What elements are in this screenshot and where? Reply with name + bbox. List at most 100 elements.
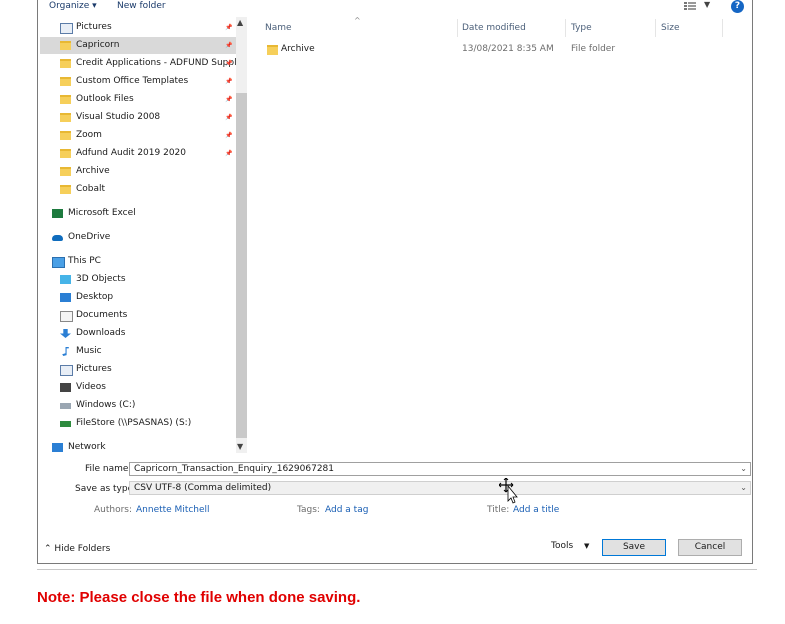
sidebar-item[interactable]: Adfund Audit 2019 2020 📌 (38, 145, 236, 162)
sidebar-item[interactable]: Credit Applications - ADFUND Supplie 📌 (38, 55, 245, 72)
save-as-type-label: Save as type: (75, 484, 137, 494)
folder-icon (60, 167, 71, 176)
folder-icon (60, 41, 71, 50)
sidebar-item-label: Credit Applications - ADFUND Supplie (76, 58, 245, 68)
scroll-down-icon[interactable]: ▼ (237, 442, 243, 451)
chevron-down-icon[interactable]: ⌄ (740, 482, 747, 494)
column-date-modified[interactable]: Date modified (462, 23, 526, 33)
sidebar-item-label: Pictures (76, 22, 112, 32)
sidebar-item[interactable]: Capricorn 📌 (40, 37, 236, 54)
sidebar-item-label: 3D Objects (76, 274, 126, 284)
note-text: Note: Please close the file when done sa… (37, 589, 361, 606)
column-name[interactable]: Name (265, 23, 292, 33)
pin-icon: 📌 (225, 24, 233, 31)
sidebar-item-label: Zoom (76, 130, 102, 140)
chevron-down-icon[interactable]: ⌄ (740, 463, 747, 475)
folder-icon (60, 149, 71, 158)
help-button[interactable]: ? (731, 0, 744, 13)
sidebar-item[interactable]: Documents (38, 307, 236, 324)
folder-icon (60, 113, 71, 122)
sidebar-item-label: Adfund Audit 2019 2020 (76, 148, 186, 158)
sidebar-item-label: Documents (76, 310, 128, 320)
sidebar-item[interactable]: Cobalt (38, 181, 236, 198)
view-options-icon[interactable] (684, 1, 698, 11)
pin-icon: 📌 (225, 132, 233, 139)
drive-icon (60, 403, 71, 409)
sidebar-item-label: OneDrive (68, 232, 111, 242)
sidebar-item-label: Videos (76, 382, 106, 392)
folder-icon (60, 77, 71, 86)
save-button[interactable]: Save (602, 539, 666, 556)
tags-field[interactable]: Add a tag (325, 505, 368, 515)
title-field[interactable]: Add a title (513, 505, 559, 515)
sidebar-item[interactable]: Archive (38, 163, 236, 180)
cancel-button[interactable]: Cancel (678, 539, 742, 556)
network-icon (52, 443, 63, 452)
sidebar-item[interactable]: Windows (C:) (38, 397, 236, 414)
title-label: Title: (487, 505, 510, 515)
file-type: File folder (571, 44, 616, 54)
column-size[interactable]: Size (661, 23, 679, 33)
sidebar-item-label: Cobalt (76, 184, 106, 194)
sidebar-item[interactable]: Custom Office Templates 📌 (38, 73, 236, 90)
onedrive-icon (52, 235, 63, 241)
excel-icon (52, 209, 63, 218)
divider (37, 569, 757, 570)
pin-icon: 📌 (225, 78, 233, 85)
sidebar-item[interactable]: 3D Objects (38, 271, 236, 288)
view-dropdown-icon[interactable]: ▼ (704, 0, 710, 9)
sidebar-item-label: Archive (76, 166, 110, 176)
scroll-up-icon[interactable]: ▲ (237, 18, 243, 27)
save-as-type-select[interactable]: CSV UTF-8 (Comma delimited) ⌄ (129, 481, 751, 495)
file-name-input[interactable]: Capricorn_Transaction_Enquiry_1629067281… (129, 462, 751, 476)
sidebar-item[interactable]: Pictures (38, 361, 236, 378)
this-pc-icon (52, 257, 65, 268)
sidebar-item[interactable]: Downloads (38, 325, 236, 342)
scroll-thumb[interactable] (236, 93, 247, 438)
sidebar-item-label: Windows (C:) (76, 400, 136, 410)
sidebar-item-label: Downloads (76, 328, 126, 338)
tools-button[interactable]: Tools ▼ (551, 541, 589, 551)
sidebar-item-label: Network (68, 442, 106, 452)
move-cursor-icon (499, 478, 518, 504)
sidebar-item-label: Music (76, 346, 102, 356)
navigation-pane: Pictures 📌 Capricorn 📌 Credit Applications -… (38, 17, 246, 453)
sidebar-item[interactable]: Outlook Files 📌 (38, 91, 236, 108)
documents-icon (60, 311, 73, 322)
nav-scrollbar[interactable]: ▲ ▼ (236, 17, 247, 453)
sidebar-item-label: FileStore (\\PSASNAS) (S:) (76, 418, 192, 428)
pin-icon: 📌 (225, 96, 233, 103)
file-name: Archive (281, 44, 315, 54)
network-drive-icon (60, 421, 71, 427)
folder-icon (60, 95, 71, 104)
sidebar-item[interactable]: Visual Studio 2008 📌 (38, 109, 236, 126)
sidebar-item-label: This PC (68, 256, 101, 266)
sidebar-item-label: Pictures (76, 364, 112, 374)
sidebar-item-label: Microsoft Excel (68, 208, 136, 218)
sidebar-item[interactable]: Network (38, 439, 236, 453)
folder-icon (60, 131, 71, 140)
organize-button[interactable]: Organize ▾ (49, 1, 97, 11)
sidebar-item[interactable]: Videos (38, 379, 236, 396)
sidebar-item-label: Outlook Files (76, 94, 134, 104)
new-folder-button[interactable]: New folder (117, 1, 166, 11)
chevron-down-icon: ▼ (584, 542, 590, 550)
sidebar-item[interactable]: FileStore (\\PSASNAS) (S:) (38, 415, 236, 432)
authors-field[interactable]: Annette Mitchell (136, 505, 210, 515)
column-headers: ^ Name Date modified Type Size (258, 16, 752, 37)
3d-objects-icon (60, 275, 71, 284)
music-icon (62, 347, 69, 356)
sidebar-item[interactable]: OneDrive (38, 229, 236, 246)
file-row[interactable]: Archive 13/08/2021 8:35 AM File folder (266, 42, 726, 58)
sidebar-item[interactable]: Desktop (38, 289, 236, 306)
pin-icon: 📌 (225, 114, 233, 121)
sidebar-item[interactable]: Music (38, 343, 236, 360)
sidebar-item[interactable]: Zoom 📌 (38, 127, 236, 144)
sidebar-item[interactable]: This PC (38, 253, 236, 270)
downloads-icon (60, 329, 71, 338)
hide-folders-button[interactable]: ⌃ Hide Folders (44, 544, 110, 554)
sidebar-item[interactable]: Pictures 📌 (38, 19, 236, 36)
column-type[interactable]: Type (571, 23, 592, 33)
sidebar-item-label: Capricorn (76, 40, 120, 50)
sidebar-item[interactable]: Microsoft Excel (38, 205, 236, 222)
